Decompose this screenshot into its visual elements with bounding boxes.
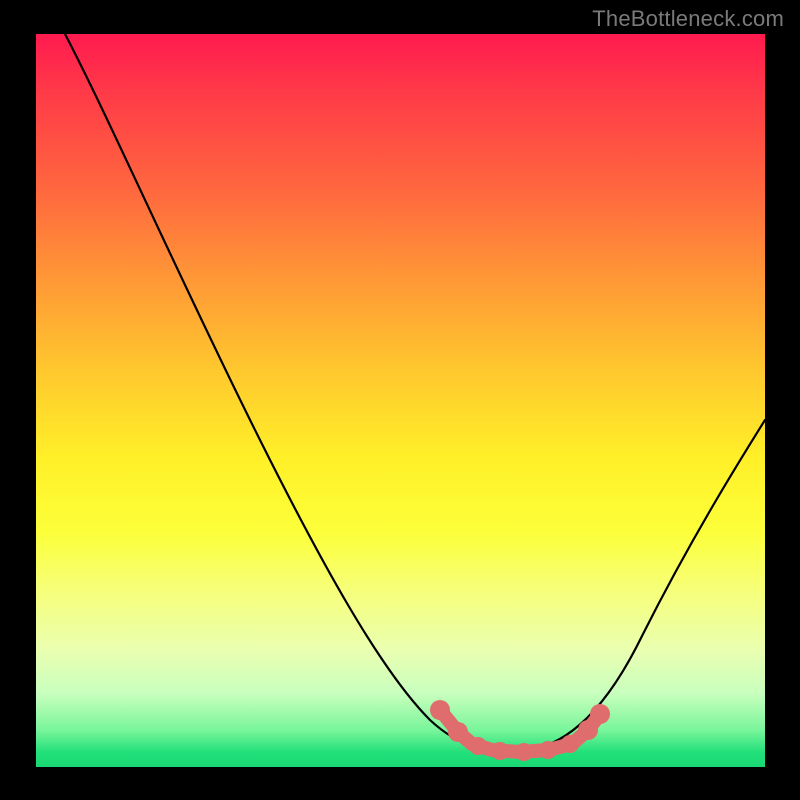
chart-frame: TheBottleneck.com [0, 0, 800, 800]
watermark-text: TheBottleneck.com [592, 6, 784, 32]
plot-gradient-background [36, 34, 765, 767]
